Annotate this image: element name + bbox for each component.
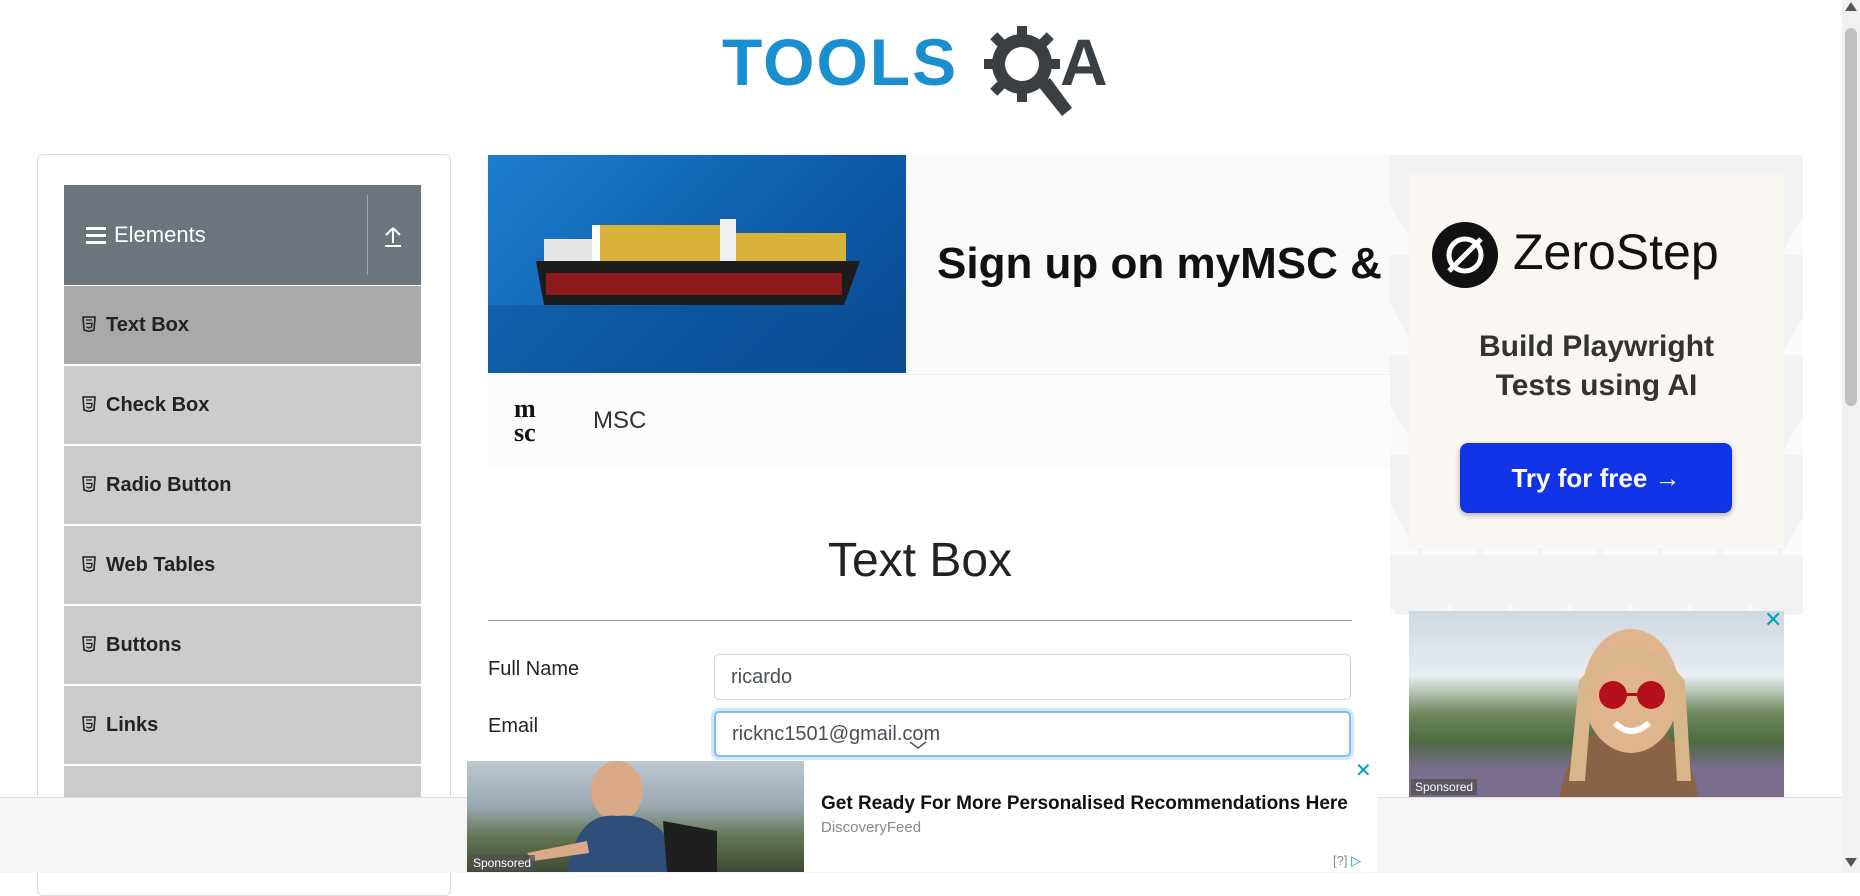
ad-headline: Sign up on myMSC & B: [937, 239, 1394, 288]
zerostep-logo-icon: [1432, 222, 1498, 288]
sidebar-item-label: Check Box: [106, 394, 210, 416]
bottom-ad-image: Sponsored: [467, 761, 804, 872]
group-title: Elements: [114, 222, 206, 247]
sidebar-item-text-box[interactable]: Text Box: [64, 286, 421, 364]
close-icon[interactable]: ✕: [1764, 608, 1782, 633]
bottom-ad-source: DiscoveryFeed: [821, 819, 922, 836]
scroll-down-arrow-icon[interactable]: [1845, 858, 1857, 867]
close-icon[interactable]: ✕: [1355, 758, 1372, 782]
sidebar-item-label: Buttons: [106, 634, 182, 656]
scroll-thumb[interactable]: [1845, 28, 1857, 406]
adchoices-icon[interactable]: [?] ▷: [1333, 853, 1361, 869]
sidebar-item-check-box[interactable]: Check Box: [64, 366, 421, 444]
msc-logo: m sc: [514, 394, 536, 447]
html5-icon: [82, 716, 96, 732]
zerostep-ad[interactable]: ZeroStep Build Playwright Tests using AI…: [1409, 175, 1784, 548]
sidebar-item-label: Web Tables: [106, 554, 216, 576]
full-name-label: Full Name: [488, 658, 580, 680]
zerostep-tagline: Build Playwright Tests using AI: [1478, 330, 1715, 402]
bottom-ad-title: Get Ready For More Personalised Recommen…: [821, 793, 1348, 814]
toolsqa-logo[interactable]: TOOLS A: [720, 14, 1125, 116]
ad-brand-name: MSC: [593, 407, 647, 434]
sidebar-item-links[interactable]: Links: [64, 686, 421, 764]
zerostep-brand: ZeroStep: [1513, 224, 1719, 280]
ad-brand-row[interactable]: m sc MSC: [488, 374, 1394, 467]
sidebar-item-label: Links: [106, 714, 159, 736]
header-divider: [367, 195, 368, 275]
msc-ad-banner[interactable]: Sign up on myMSC & B: [488, 155, 1394, 373]
bottom-ad[interactable]: Sponsored Get Ready For More Personalise…: [467, 761, 1377, 872]
logo-word: TOOLS: [722, 25, 959, 99]
logo-letter-a: A: [1060, 25, 1108, 99]
sponsored-label: Sponsored: [1411, 779, 1478, 795]
sidebar-item-label: Radio Button: [106, 474, 232, 496]
collapse-icon[interactable]: [382, 225, 404, 249]
sidebar-menu: Text Box Check Box Radio Button Web Tabl…: [64, 286, 421, 846]
chevron-down-icon: [909, 741, 927, 749]
try-for-free-button[interactable]: Try for free →: [1460, 443, 1732, 513]
full-name-input[interactable]: ricardo: [714, 654, 1351, 700]
html5-icon: [82, 316, 96, 332]
email-label: Email: [488, 715, 539, 737]
title-divider: [488, 620, 1352, 621]
html5-icon: [82, 636, 96, 652]
photo-ad[interactable]: Sponsored: [1409, 611, 1784, 797]
html5-icon: [82, 396, 96, 412]
vertical-scrollbar[interactable]: [1842, 0, 1860, 872]
page-title: Text Box: [827, 534, 1013, 587]
sidebar-item-buttons[interactable]: Buttons: [64, 606, 421, 684]
sidebar-item-web-tables[interactable]: Web Tables: [64, 526, 421, 604]
sidebar-item-radio-button[interactable]: Radio Button: [64, 446, 421, 524]
email-input[interactable]: ricknc1501@gmail.com: [714, 711, 1351, 757]
photo-ad-image: [1559, 629, 1699, 797]
menu-icon: [86, 227, 106, 248]
elements-group-header[interactable]: Elements: [64, 185, 421, 285]
container-ship-illustration: [488, 219, 906, 373]
gear-search-icon: [984, 26, 1072, 116]
sidebar-item-label: Text Box: [106, 314, 189, 336]
ship-image: [488, 155, 906, 373]
html5-icon: [82, 476, 96, 492]
sponsored-label: Sponsored: [469, 855, 536, 871]
html5-icon: [82, 556, 96, 572]
scroll-up-arrow-icon[interactable]: [1845, 2, 1857, 11]
